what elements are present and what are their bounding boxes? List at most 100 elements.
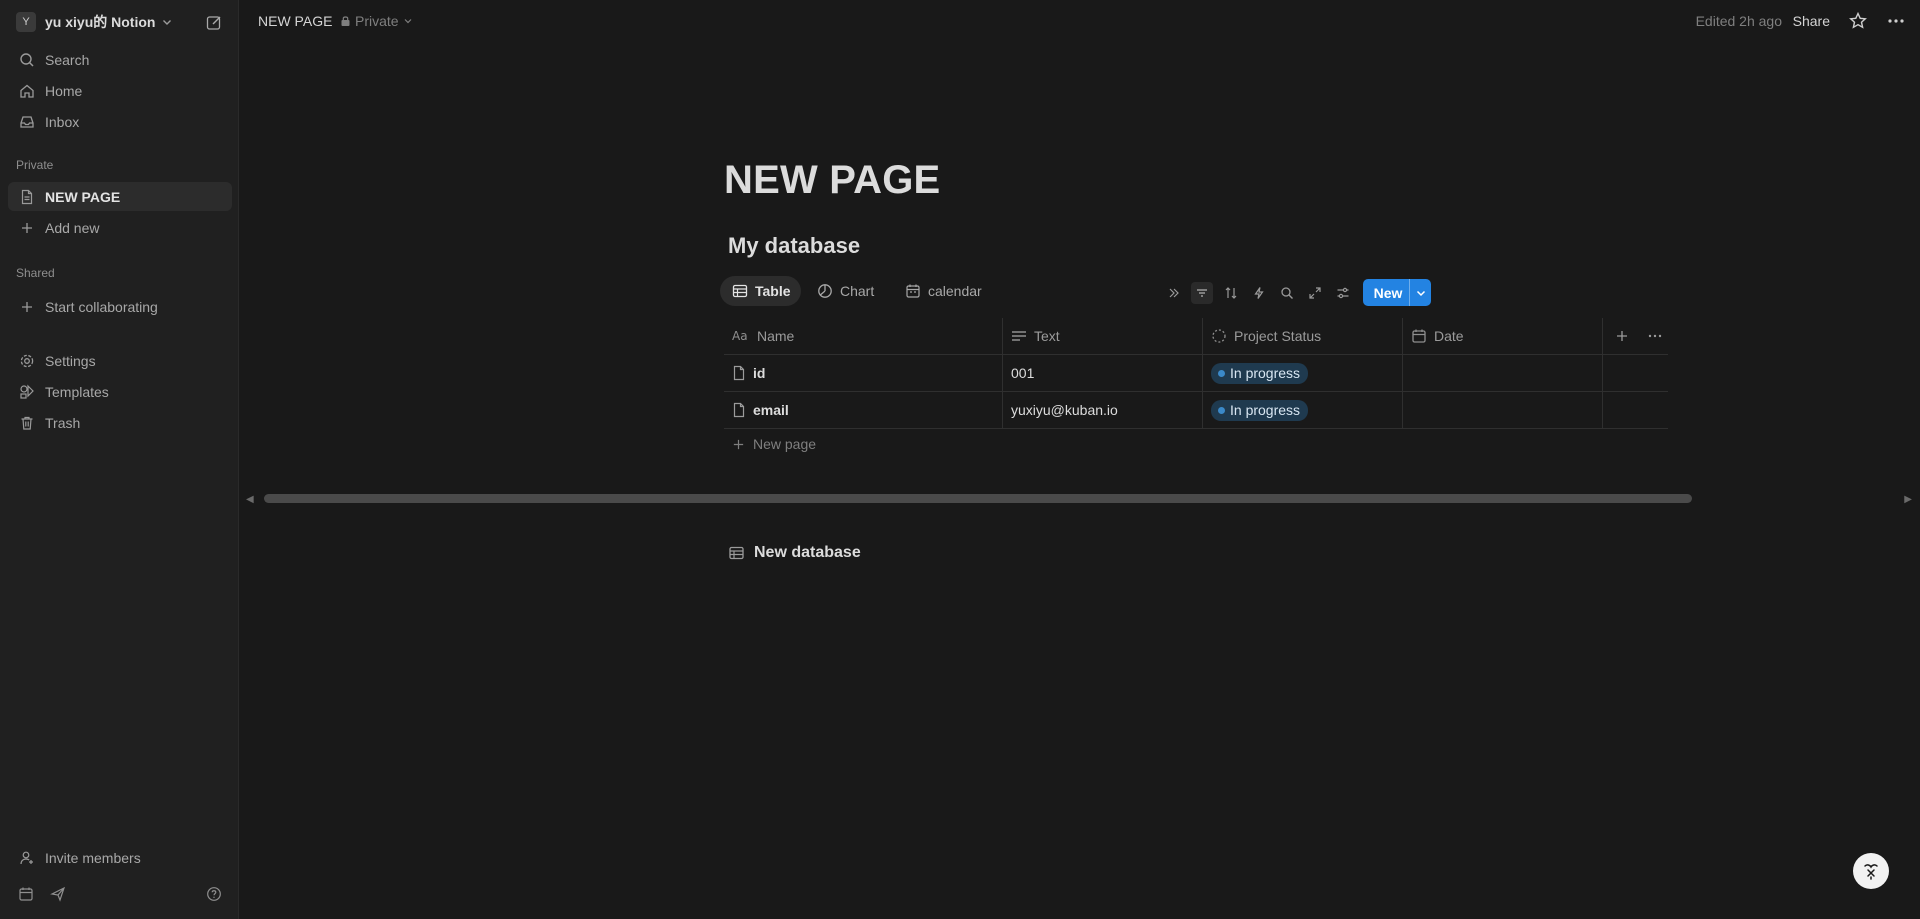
sidebar-item-inbox[interactable]: Inbox [8, 107, 232, 136]
table-row[interactable]: email yuxiyu@kuban.io In progress [724, 392, 1668, 429]
status-badge: In progress [1211, 399, 1309, 421]
sidebar-item-label: Search [45, 51, 90, 68]
row-name: id [753, 365, 766, 381]
section-label-shared: Shared [16, 266, 55, 280]
page-icon [16, 186, 38, 208]
view-tab-label: Table [755, 283, 791, 299]
sidebar-item-trash[interactable]: Trash [8, 408, 232, 437]
chevron-down-icon [161, 16, 173, 28]
table-row[interactable]: id 001 In progress [724, 355, 1668, 392]
share-button[interactable]: Share [1793, 13, 1830, 29]
privacy-label: Private [355, 13, 399, 29]
page-icon [732, 402, 746, 418]
privacy-indicator[interactable]: Private [340, 13, 413, 29]
view-tab-table[interactable]: Table [720, 276, 801, 306]
column-header-project-status[interactable]: Project Status [1203, 318, 1403, 354]
svg-text:Aa: Aa [732, 329, 748, 343]
expand-views-icon[interactable] [1163, 282, 1185, 304]
add-property-plus-icon[interactable] [1615, 329, 1629, 343]
filter-icon[interactable] [1191, 282, 1213, 304]
sidebar-item-new-page[interactable]: NEW PAGE [8, 182, 232, 211]
name-cell[interactable]: id [724, 355, 1003, 391]
invite-members-button[interactable]: Invite members [8, 843, 232, 872]
empty-cell [1603, 392, 1668, 428]
breadcrumb-page-title[interactable]: NEW PAGE [258, 13, 332, 29]
inbox-icon [16, 111, 38, 133]
view-tab-label: Chart [840, 283, 875, 299]
home-icon [16, 80, 38, 102]
plus-icon [732, 438, 745, 451]
scrollbar-thumb[interactable] [264, 494, 1692, 503]
new-database-label: New database [754, 544, 861, 561]
status-label: In progress [1230, 402, 1301, 418]
help-icon[interactable] [204, 884, 224, 904]
trash-icon [16, 412, 38, 434]
view-tab-calendar[interactable]: calendar [893, 276, 992, 306]
sidebar-item-label: Inbox [45, 113, 80, 130]
status-cell[interactable]: In progress [1203, 355, 1403, 391]
sidebar-item-label: Add new [45, 219, 100, 236]
scroll-right-arrow-icon[interactable]: ▶ [1904, 494, 1912, 505]
calendar-app-icon[interactable] [16, 884, 36, 904]
sidebar-item-label: Trash [45, 414, 81, 431]
sidebar-item-label: Settings [45, 352, 96, 369]
automation-icon[interactable] [1248, 282, 1270, 304]
search-icon[interactable] [1276, 282, 1298, 304]
sidebar-item-label: Invite members [45, 849, 141, 866]
sidebar-item-label: Templates [45, 383, 109, 400]
status-badge: In progress [1211, 362, 1309, 384]
column-label: Date [1434, 328, 1464, 344]
new-record-button[interactable]: New [1363, 279, 1431, 306]
new-database-block[interactable]: New database [728, 544, 861, 562]
sidebar-item-add-new[interactable]: Add new [8, 213, 232, 242]
date-cell[interactable] [1403, 392, 1603, 428]
view-tab-chart[interactable]: Chart [805, 276, 884, 306]
sidebar-item-home[interactable]: Home [8, 76, 232, 105]
chart-icon [817, 283, 833, 299]
topbar: NEW PAGE Private Edited 2h ago Share [240, 0, 1920, 44]
workspace-switcher[interactable]: Y yu xiyu的 Notion [8, 10, 231, 34]
add-new-page-row[interactable]: New page [732, 436, 816, 452]
row-name: email [753, 402, 789, 418]
horizontal-scrollbar[interactable]: ◀ ▶ [246, 494, 1912, 505]
send-icon[interactable] [48, 884, 68, 904]
sidebar-item-start-collaborating[interactable]: Start collaborating [8, 292, 232, 321]
notion-ai-help-button[interactable] [1853, 853, 1889, 889]
open-full-page-icon[interactable] [1304, 282, 1326, 304]
sidebar-item-search[interactable]: Search [8, 45, 232, 74]
column-header-text[interactable]: Text [1003, 318, 1203, 354]
calendar-icon [1411, 328, 1427, 344]
text-cell[interactable]: 001 [1003, 355, 1203, 391]
status-cell[interactable]: In progress [1203, 392, 1403, 428]
column-label: Project Status [1234, 328, 1322, 344]
search-icon [16, 49, 38, 71]
sidebar-item-settings[interactable]: Settings [8, 346, 232, 375]
page-title[interactable]: NEW PAGE [724, 158, 940, 203]
more-options-icon[interactable] [1647, 329, 1663, 343]
sidebar-item-templates[interactable]: Templates [8, 377, 232, 406]
chevron-down-icon[interactable] [1409, 279, 1431, 306]
section-label-private: Private [16, 158, 54, 172]
column-header-name[interactable]: Aa Name [724, 318, 1003, 354]
column-label: Name [757, 328, 795, 344]
date-cell[interactable] [1403, 355, 1603, 391]
name-cell[interactable]: email [724, 392, 1003, 428]
sidebar-footer [0, 876, 239, 912]
status-dot [1218, 369, 1225, 377]
column-header-date[interactable]: Date [1403, 318, 1603, 354]
text-cell[interactable]: yuxiyu@kuban.io [1003, 392, 1203, 428]
empty-cell [1603, 355, 1668, 391]
more-options-icon[interactable] [1886, 11, 1906, 31]
edited-timestamp: Edited 2h ago [1695, 13, 1782, 29]
workspace-avatar: Y [16, 12, 36, 32]
table-header: Aa Name Text Project Status Date [724, 318, 1668, 355]
view-tab-label: calendar [928, 283, 982, 299]
database-title[interactable]: My database [728, 233, 860, 259]
workspace-name: yu xiyu的 Notion [45, 14, 156, 30]
view-settings-icon[interactable] [1332, 282, 1354, 304]
scroll-left-arrow-icon[interactable]: ◀ [246, 494, 254, 505]
sort-icon[interactable] [1220, 282, 1242, 304]
favorite-star-icon[interactable] [1848, 11, 1868, 31]
new-page-compose-button[interactable] [203, 12, 225, 34]
status-label: In progress [1230, 365, 1301, 381]
